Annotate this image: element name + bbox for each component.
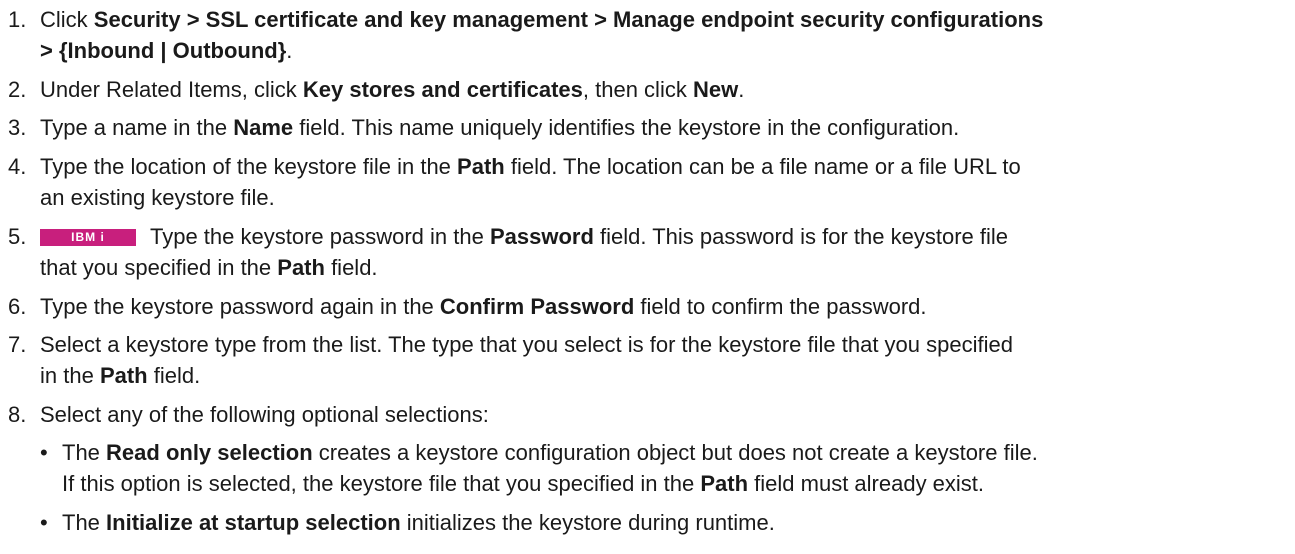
text-run: field must already exist.: [748, 471, 985, 496]
step-text: Click Security > SSL certificate and key…: [40, 4, 1290, 66]
text-run: The: [62, 510, 107, 535]
ui-term: Password: [489, 224, 594, 249]
text-run: Select any of the following optional sel…: [40, 402, 489, 427]
ui-term: Confirm Password: [439, 294, 635, 319]
ui-term: Key stores and certificates: [302, 77, 583, 102]
step-text: Under Related Items, click Key stores an…: [40, 74, 1290, 105]
step-number: 3.: [8, 115, 27, 140]
text-run: initializes the keystore during runtime.: [400, 510, 775, 535]
bullet-line: If this option is selected, the keystore…: [62, 468, 1290, 499]
text-run: field to confirm the password.: [634, 294, 927, 319]
step-line: Select a keystore type from the list. Th…: [40, 329, 1290, 360]
step-number: 8.: [8, 402, 27, 427]
text-run: , then click: [582, 77, 693, 102]
step-text: Type a name in the Name field. This name…: [40, 112, 1290, 143]
step-number: 7.: [8, 332, 27, 357]
ui-term: New: [692, 77, 739, 102]
step-text: Select any of the following optional sel…: [40, 399, 1290, 430]
bullet-text: The Initialize at startup selection init…: [62, 507, 1290, 538]
step-number: 6.: [8, 294, 27, 319]
step-text: Type the location of the keystore file i…: [40, 151, 1290, 213]
text-run: Type a name in the: [40, 115, 234, 140]
text-run: Type the keystore password in the: [150, 224, 490, 249]
ui-path: > {Inbound | Outbound}: [40, 38, 287, 63]
text-run: an existing keystore file.: [40, 185, 275, 210]
text-run: field.: [147, 363, 201, 388]
step-number: 2.: [8, 77, 27, 102]
text-run: field. This name uniquely identifies the…: [293, 115, 960, 140]
text-run: field.: [324, 255, 378, 280]
text-run: .: [286, 38, 293, 63]
step-line: an existing keystore file.: [40, 182, 1290, 213]
ui-term: Path: [457, 154, 505, 179]
text-run: Under Related Items, click: [40, 77, 303, 102]
ui-term: Initialize at startup selection: [106, 510, 401, 535]
bullet-marker: •: [40, 510, 48, 535]
step-number: 4.: [8, 154, 27, 179]
bullet-text: The Read only selection creates a keysto…: [62, 437, 1290, 499]
ui-term: Path: [700, 471, 749, 496]
step-line: IBM i Type the keystore password in the P…: [40, 221, 1290, 252]
text-run: field. This password is for the keystore…: [593, 224, 1009, 249]
step-text: Type the keystore password again in the …: [40, 291, 1290, 322]
text-run: Select a keystore type from the list. Th…: [40, 332, 1013, 357]
step-line: in the Path field.: [40, 360, 1290, 391]
text-run: in the: [40, 363, 100, 388]
bullet-line: The Read only selection creates a keysto…: [62, 437, 1290, 468]
ui-path: Security > SSL certificate and key manag…: [93, 7, 1044, 32]
step-text: Select a keystore type from the list. Th…: [40, 329, 1290, 391]
step-line: Click Security > SSL certificate and key…: [40, 4, 1290, 35]
text-run: Click: [40, 7, 94, 32]
ui-term: Name: [233, 115, 294, 140]
text-run: field. The location can be a file name o…: [504, 154, 1021, 179]
text-run: that you specified in the: [40, 255, 278, 280]
document-body: 1. Click Security > SSL certificate and …: [0, 0, 1295, 554]
text-run: Type the location of the keystore file i…: [40, 154, 458, 179]
text-run: creates a keystore configuration object …: [312, 440, 1038, 465]
step-line: > {Inbound | Outbound}.: [40, 35, 1290, 66]
step-number: 5.: [8, 224, 27, 249]
ui-term: Read only selection: [106, 440, 313, 465]
step-line: that you specified in the Path field.: [40, 252, 1290, 283]
ui-term: Path: [99, 363, 148, 388]
text-run: Type the keystore password again in the: [40, 294, 440, 319]
step-text: IBM i Type the keystore password in the P…: [40, 221, 1290, 283]
ibm-i-platform-badge: IBM i: [40, 229, 136, 246]
step-number: 1.: [8, 7, 27, 32]
text-run: If this option is selected, the keystore…: [62, 471, 701, 496]
text-run: The: [62, 440, 107, 465]
text-run: .: [738, 77, 745, 102]
ui-term: Path: [277, 255, 325, 280]
bullet-marker: •: [40, 440, 48, 465]
step-line: Type the location of the keystore file i…: [40, 151, 1290, 182]
